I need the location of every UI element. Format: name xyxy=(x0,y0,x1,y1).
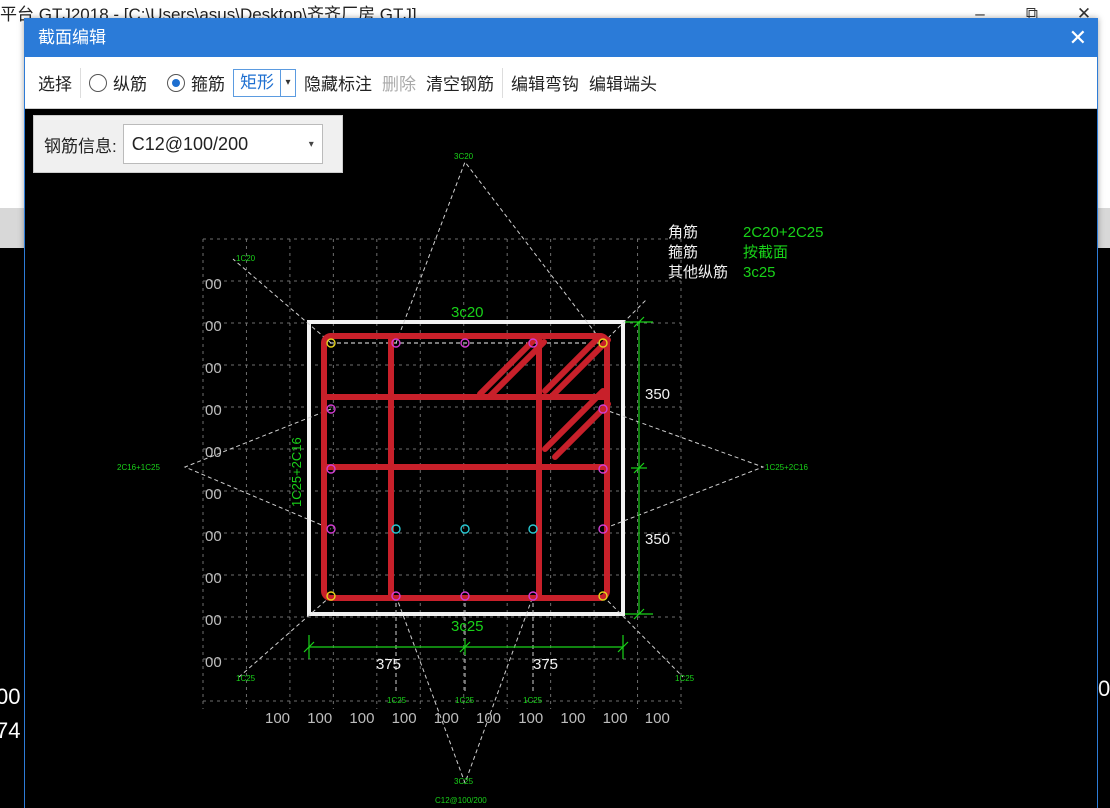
background-number: 74 xyxy=(0,718,21,743)
hide-annotation-button[interactable]: 隐藏标注 xyxy=(299,70,377,95)
delete-button[interactable]: 删除 xyxy=(377,70,421,95)
grid-left-label: 00 xyxy=(205,360,222,377)
stirrup-label: 箍筋 xyxy=(191,75,225,94)
stirrup-shape-select[interactable]: 矩形 ▾ xyxy=(233,68,296,97)
longitudinal-radio[interactable]: 纵筋 xyxy=(84,70,152,95)
bottom-rebar-label: 3c25 xyxy=(451,618,484,635)
callout-top-label: 3C20 xyxy=(454,152,474,161)
callout-bottomleft-label: 1C25 xyxy=(236,674,256,683)
dim-bottom-left: 375 xyxy=(376,656,401,673)
legend-corner-value: 2C20+2C25 xyxy=(743,224,823,241)
grid-bottom-label: 100 xyxy=(349,710,374,727)
callout-bottom-c1-label: 1C25 xyxy=(387,696,407,705)
dimension-lines xyxy=(303,316,653,659)
top-rebar-label: 3c20 xyxy=(451,304,484,321)
longitudinal-label: 纵筋 xyxy=(113,75,147,94)
background-drawing-canvas-right: 0( xyxy=(1096,248,1110,808)
legend-corner-label: 角筋 xyxy=(668,224,698,241)
hook-3 xyxy=(542,333,603,394)
toolbar-divider xyxy=(502,67,503,98)
callout-bottomright-label: 1C25 xyxy=(675,674,695,683)
section-edit-dialog: 截面编辑 ✕ 选择 纵筋 箍筋 矩形 ▾ 隐藏标注 删除 清空钢筋 编辑弯钩 编… xyxy=(24,18,1098,808)
hook-2 xyxy=(486,339,547,400)
radio-selected-icon xyxy=(167,73,185,92)
background-drawing-canvas-left: 00 74 xyxy=(0,248,26,808)
grid-left-label: 00 xyxy=(205,318,222,335)
toolbar-divider xyxy=(80,67,81,98)
grid-left-label: 00 xyxy=(205,612,222,629)
middle-bar xyxy=(460,524,470,534)
grid-left-label: 00 xyxy=(205,402,222,419)
callout-bottomleft-line xyxy=(238,595,332,678)
grid-bottom-label: 100 xyxy=(434,710,459,727)
callout-topleft-label: 1C20 xyxy=(236,254,256,263)
edit-end-button[interactable]: 编辑端头 xyxy=(584,70,662,95)
legend: 角筋 2C20+2C25 箍筋 按截面 其他纵筋 3c25 xyxy=(668,224,823,281)
callout-right-line xyxy=(602,408,765,530)
grid-bottom-label: 100 xyxy=(603,710,628,727)
rebar-info-value: C12@100/200 xyxy=(131,133,249,154)
dim-right-bottom: 350 xyxy=(645,531,670,548)
dialog-title: 截面编辑 xyxy=(38,28,106,47)
legend-stirrup-label: 箍筋 xyxy=(668,244,698,261)
hook-1 xyxy=(477,336,538,397)
edit-hook-button[interactable]: 编辑弯钩 xyxy=(506,70,584,95)
close-icon[interactable]: ✕ xyxy=(1069,19,1087,57)
legend-other-label: 其他纵筋 xyxy=(668,264,728,281)
clear-rebar-button[interactable]: 清空钢筋 xyxy=(421,70,499,95)
legend-stirrup-value: 按截面 xyxy=(743,244,788,261)
dim-right-top: 350 xyxy=(645,386,670,403)
rebar-info-panel: 钢筋信息: C12@100/200 ▾ xyxy=(33,115,343,173)
callout-bottom-c3-label: 1C25 xyxy=(523,696,543,705)
grid-bottom-label: 100 xyxy=(518,710,543,727)
grid-bottom-label: 100 xyxy=(307,710,332,727)
grid-bottom-label: 100 xyxy=(265,710,290,727)
dialog-title-bar: 截面编辑 ✕ xyxy=(25,19,1097,57)
chevron-down-icon: ▾ xyxy=(308,138,314,150)
middle-bar xyxy=(528,524,538,534)
hook-4 xyxy=(550,337,611,398)
stirrup-radio[interactable]: 箍筋 xyxy=(162,70,230,95)
grid-left-label: 00 xyxy=(205,276,222,293)
callout-bottom-c2-label: 1C25 xyxy=(455,696,475,705)
callout-bottom-stirrup-label: C12@100/200 xyxy=(435,796,487,805)
stirrups[interactable] xyxy=(321,333,611,601)
grid-left-label: 00 xyxy=(205,570,222,587)
annotations: 3c20 3c25 1C25+2C16 3C20 1C20 2C16+1C25 … xyxy=(117,152,808,805)
callout-bottom-c4-label: 3C25 xyxy=(454,777,474,786)
legend-other-value: 3c25 xyxy=(743,264,776,281)
rebar-info-combo[interactable]: C12@100/200 ▾ xyxy=(122,124,323,164)
grid-left-label: 00 xyxy=(205,528,222,545)
grid-bottom-label: 100 xyxy=(645,710,670,727)
section-canvas[interactable]: 00 00 00 00 00 00 00 00 00 00 100 100 100 100 100 100 10… xyxy=(25,109,1097,808)
rebar-info-label: 钢筋信息: xyxy=(44,136,117,156)
callout-left-label: 2C16+1C25 xyxy=(117,463,160,472)
left-side-rebar-label: 1C25+2C16 xyxy=(289,437,304,507)
dim-bottom-right: 375 xyxy=(533,656,558,673)
chevron-down-icon: ▾ xyxy=(285,77,291,88)
grid-left-label: 00 xyxy=(205,486,222,503)
background-number: 00 xyxy=(0,684,21,709)
callout-topleft-line xyxy=(232,258,332,344)
select-button[interactable]: 选择 xyxy=(33,70,77,95)
callout-top-line xyxy=(395,160,604,344)
callout-bottomright-line xyxy=(602,595,684,678)
radio-icon xyxy=(89,73,107,92)
section-drawing: 00000000000000000000100 100 100 100 100 100 10… xyxy=(117,152,823,805)
grid-left-label: 00 xyxy=(205,654,222,671)
toolbar: 选择 纵筋 箍筋 矩形 ▾ 隐藏标注 删除 清空钢筋 编辑弯钩 编辑端头 xyxy=(25,57,1097,109)
background-number: 0( xyxy=(1098,676,1110,701)
callout-right-label: 1C25+2C16 xyxy=(765,463,808,472)
background-toolbar-strip-right xyxy=(1096,208,1110,248)
grid-bottom-label: 100 xyxy=(560,710,585,727)
shape-select-value: 矩形 xyxy=(234,69,281,96)
grid-bottom-label: 100 xyxy=(392,710,417,727)
